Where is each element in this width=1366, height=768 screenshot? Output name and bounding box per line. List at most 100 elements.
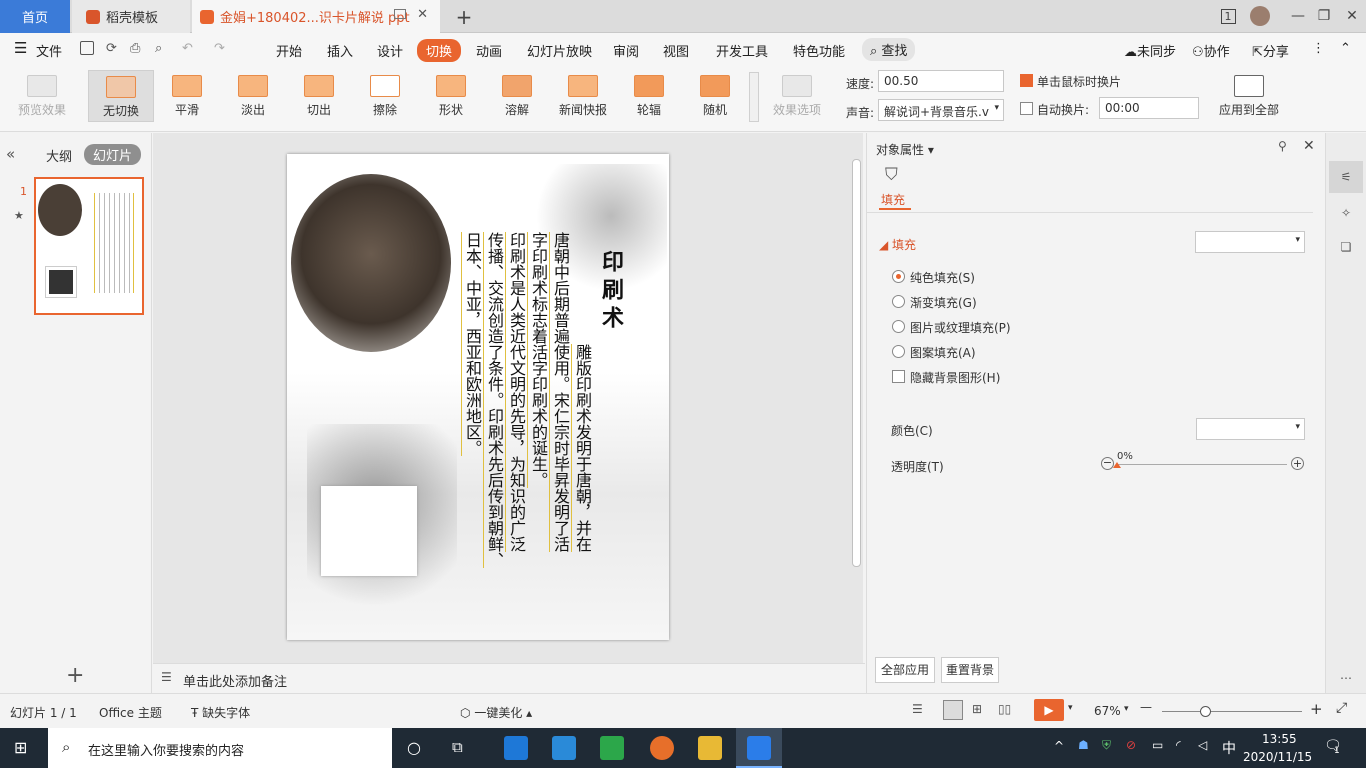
panel-title[interactable]: 对象属性 ▾ (876, 141, 934, 158)
notes-placeholder[interactable]: 单击此处添加备注 (183, 671, 287, 690)
hide-bg-checkbox[interactable] (892, 370, 905, 383)
print-preview-icon[interactable]: ⌕ (155, 41, 162, 56)
transparency-plus[interactable]: + (1291, 457, 1304, 470)
volume-icon[interactable]: ◁ (1198, 738, 1207, 752)
transition-wheel[interactable]: 轮辐 (616, 70, 682, 122)
theme-name[interactable]: Office 主题 (99, 704, 162, 721)
apply-all-button[interactable]: 应用到全部 (1212, 70, 1286, 122)
menu-slideshow[interactable]: 幻灯片放映 (527, 41, 592, 60)
radio-solid-fill[interactable] (892, 270, 905, 283)
color-select[interactable]: ▾ (1196, 418, 1305, 440)
menu-home[interactable]: 开始 (276, 41, 302, 60)
apply-all-fill-button[interactable]: 全部应用 (875, 657, 935, 683)
redo-icon[interactable]: ↷ (214, 41, 225, 56)
gallery-scroll[interactable] (749, 72, 759, 122)
slide-library-icon[interactable]: ❏ (1329, 233, 1363, 261)
auto-time-input[interactable]: 00:00 (1099, 97, 1199, 119)
wps-taskbar-button[interactable] (736, 728, 782, 768)
collapse-panel-icon[interactable]: « (6, 145, 15, 163)
menu-design[interactable]: 设计 (377, 41, 403, 60)
radio-gradient-fill[interactable] (892, 295, 905, 308)
normal-view-icon[interactable] (943, 700, 963, 720)
transition-cut[interactable]: 切出 (286, 70, 352, 122)
menu-features[interactable]: 特色功能 (793, 41, 845, 60)
play-options-icon[interactable]: ▾ (1068, 703, 1073, 713)
windows-start-icon[interactable]: ⊞ (14, 738, 27, 757)
tab-slides[interactable]: 幻灯片 (84, 144, 142, 165)
fit-window-icon[interactable]: ⤢ (1336, 700, 1347, 716)
menu-developer[interactable]: 开发工具 (716, 41, 768, 60)
beautify-button[interactable]: ⬡ 一键美化 ▴ (460, 704, 532, 721)
tray-network-off-icon[interactable]: ⊘ (1126, 738, 1136, 752)
close-window-icon[interactable]: ✕ (1336, 0, 1366, 32)
transparency-slider[interactable] (1113, 462, 1287, 468)
close-tab-icon[interactable]: ✕ (417, 7, 428, 22)
tray-shield-icon[interactable]: ⛨ (1102, 738, 1111, 753)
print-icon[interactable]: ⎙ (130, 41, 140, 56)
menu-animation[interactable]: 动画 (476, 41, 502, 60)
tab-document[interactable]: 金娟+180402...识卡片解说 ppt ✕ (192, 0, 440, 33)
share-button[interactable]: ⇱分享 (1252, 41, 1289, 60)
notes-bar[interactable]: ☰ 单击此处添加备注 (153, 663, 865, 693)
search-button[interactable]: ⌕ 查找 (862, 38, 916, 61)
firefox-icon[interactable] (650, 736, 674, 760)
edge-icon[interactable] (504, 736, 528, 760)
file-explorer-icon[interactable] (698, 736, 722, 760)
zoom-out-icon[interactable]: — (1140, 700, 1152, 714)
zoom-in-icon[interactable]: + (1310, 700, 1323, 718)
slide[interactable]: 印刷术 雕版印刷术发明于唐朝，并在 唐朝中后期普遍使用。宋仁宗时毕昇发明了活 字… (287, 154, 669, 640)
battery-icon[interactable]: ▭ (1152, 738, 1163, 752)
tray-app-icon[interactable]: ☗ (1078, 738, 1089, 752)
preview-button[interactable]: 预览效果 (6, 70, 78, 122)
zoom-slider[interactable] (1162, 706, 1302, 717)
transition-shape[interactable]: 形状 (418, 70, 484, 122)
transparency-knob[interactable] (1113, 462, 1121, 468)
wifi-icon[interactable]: ◜ (1176, 738, 1181, 752)
notes-toggle-icon[interactable]: ☰ (912, 702, 923, 716)
tab-home[interactable]: 首页 (0, 0, 70, 33)
menu-review[interactable]: 审阅 (613, 41, 639, 60)
menu-file[interactable]: 文件 (36, 41, 62, 60)
effect-options-button[interactable]: 效果选项 (764, 70, 830, 122)
missing-font-button[interactable]: Ŧ 缺失字体 (191, 704, 250, 721)
transition-random[interactable]: 随机 (682, 70, 748, 122)
transition-newsflash[interactable]: 新闻快报 (550, 70, 616, 122)
speed-input[interactable]: 00.50 (878, 70, 1004, 92)
more-icon[interactable]: ⋮ (1312, 41, 1325, 56)
play-icon[interactable]: ▶ (1034, 699, 1064, 721)
clock-date[interactable]: 2020/11/15 (1243, 750, 1312, 764)
save-icon[interactable] (80, 41, 94, 55)
collab-button[interactable]: ⚇协作 (1192, 41, 1230, 60)
zoom-dropdown-icon[interactable]: ▾ (1124, 704, 1129, 714)
transition-wipe[interactable]: 擦除 (352, 70, 418, 122)
hamburger-icon[interactable]: ☰ (14, 39, 27, 57)
fill-preset-select[interactable]: ▾ (1195, 231, 1305, 253)
tab-outline[interactable]: 大纲 (46, 146, 72, 165)
menu-insert[interactable]: 插入 (327, 41, 353, 60)
pin-tool-icon[interactable]: ✧ (1329, 199, 1363, 227)
properties-icon[interactable]: ⚟ (1329, 161, 1363, 193)
task-view-icon[interactable]: ⧉ (452, 738, 463, 756)
tab-fill[interactable]: 填充 (881, 191, 905, 208)
canvas-scroll-thumb[interactable] (852, 159, 861, 567)
transition-none[interactable]: 无切换 (88, 70, 154, 122)
transition-dissolve[interactable]: 溶解 (484, 70, 550, 122)
zoom-level[interactable]: 67% (1094, 704, 1121, 718)
close-panel-icon[interactable]: ✕ (1303, 138, 1315, 154)
tab-template[interactable]: 稻壳模板 (72, 0, 190, 33)
reset-bg-button[interactable]: 重置背景 (941, 657, 999, 683)
cortana-icon[interactable]: ○ (407, 738, 421, 757)
new-tab-icon[interactable]: + (452, 0, 476, 33)
auto-advance-checkbox[interactable] (1020, 102, 1033, 115)
zoom-knob[interactable] (1200, 706, 1211, 717)
transition-smooth[interactable]: 平滑 (154, 70, 220, 122)
page-count-badge[interactable]: 1 (1212, 0, 1244, 32)
pin-icon[interactable]: ⚲ (1278, 139, 1287, 153)
sidebar-more-icon[interactable]: … (1329, 661, 1363, 689)
sorter-view-icon[interactable]: ⊞ (972, 702, 982, 716)
menu-transition[interactable]: 切换 (417, 39, 462, 62)
add-slide-icon[interactable]: + (66, 663, 84, 688)
clock-time[interactable]: 13:55 (1262, 732, 1297, 746)
avatar[interactable] (1244, 0, 1276, 32)
undo-icon[interactable]: ↶ (182, 41, 193, 56)
